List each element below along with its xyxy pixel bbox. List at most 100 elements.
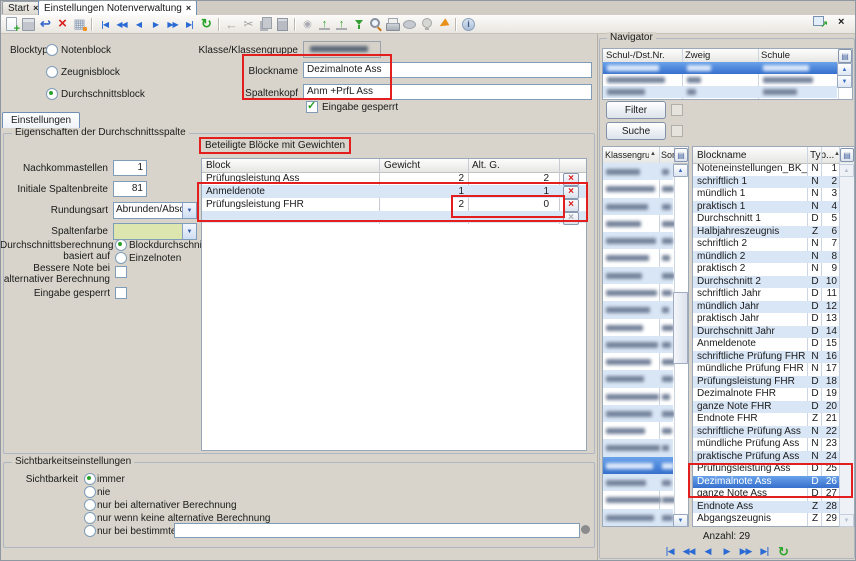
block-row[interactable]: schriftlich 2N7 <box>693 238 839 251</box>
radio-notenblock[interactable] <box>46 44 58 56</box>
cell-altg[interactable]: 1 <box>468 185 553 198</box>
radio-nur-wenn-keine[interactable] <box>84 512 96 524</box>
klassengruppe-row[interactable] <box>603 509 673 526</box>
column-config-icon[interactable] <box>838 49 852 63</box>
block-row[interactable]: schriftliche Prüfung FHRN16 <box>693 351 839 364</box>
first-icon[interactable] <box>663 544 676 560</box>
block-row[interactable]: mündlich 2N8 <box>693 251 839 264</box>
block-row[interactable]: ganze Note FHRD20 <box>693 401 839 414</box>
delete-row-icon[interactable]: × <box>563 186 579 199</box>
scroll-down-icon[interactable] <box>673 514 688 527</box>
weights-row[interactable]: Prüfungsleistung FHR 2 0 <box>202 198 586 211</box>
block-row[interactable]: schriftlich JahrD11 <box>693 288 839 301</box>
klassengruppe-row[interactable] <box>603 198 673 215</box>
cell-gewicht[interactable]: 2 <box>379 172 468 185</box>
block-row[interactable]: AbgangszeugnisZ29 <box>693 513 839 526</box>
fast-forward-icon[interactable] <box>739 544 752 560</box>
tab-einstellungen-notenverwaltung[interactable]: Einstellungen Notenverwaltung × <box>38 0 197 15</box>
school-row[interactable] <box>603 86 837 98</box>
last-icon[interactable] <box>758 544 771 560</box>
klassengruppe-row[interactable] <box>603 353 673 370</box>
forward-icon[interactable] <box>720 544 733 560</box>
delete-row-icon[interactable]: × <box>563 199 579 212</box>
filter-button[interactable]: Filter <box>606 101 666 119</box>
nachkommastellen-input[interactable]: 1 <box>113 160 147 176</box>
klassengruppe-row[interactable] <box>603 422 673 439</box>
block-row[interactable]: Durchschnitt 2D10 <box>693 276 839 289</box>
suche-checkbox[interactable] <box>671 125 683 137</box>
block-row[interactable]: mündlich JahrD12 <box>693 301 839 314</box>
klassengruppe-row[interactable] <box>603 319 673 336</box>
radio-einzelnoten[interactable] <box>115 252 127 264</box>
block-row[interactable]: Endnote FHRZ21 <box>693 413 839 426</box>
block-row[interactable]: Prüfungsleistung FHRD18 <box>693 376 839 389</box>
bessere-note-checkbox[interactable] <box>115 266 127 278</box>
chevron-down-icon[interactable] <box>182 203 196 218</box>
block-row[interactable]: HalbjahreszeugnisZ6 <box>693 226 839 239</box>
cell-altg[interactable]: 0 <box>468 198 553 211</box>
suche-button[interactable]: Suche <box>606 122 666 140</box>
block-row[interactable]: Dezimalnote FHRD19 <box>693 388 839 401</box>
block-row[interactable]: AnmeldenoteD15 <box>693 338 839 351</box>
block-row[interactable]: mündliche Prüfung AssN23 <box>693 438 839 451</box>
weights-row-empty[interactable] <box>202 211 586 223</box>
tab-close-icon[interactable]: × <box>186 4 191 13</box>
klassengruppe-row[interactable] <box>603 232 673 249</box>
block-row[interactable]: praktisch JahrD13 <box>693 313 839 326</box>
column-config-icon[interactable] <box>840 148 854 162</box>
radio-nie[interactable] <box>84 486 96 498</box>
chevron-down-icon[interactable] <box>182 224 196 239</box>
klassengruppe-row[interactable] <box>603 163 673 180</box>
klassengruppe-row[interactable] <box>603 284 673 301</box>
delete-row-icon[interactable]: × <box>563 173 579 186</box>
block-row[interactable]: schriftliche Prüfung AssN22 <box>693 426 839 439</box>
col-gewicht[interactable]: Gewicht <box>384 160 420 171</box>
klassengruppe-row[interactable] <box>603 180 673 197</box>
klassengruppe-row[interactable] <box>603 457 673 474</box>
radio-nur-bei-alternativer[interactable] <box>84 499 96 511</box>
block-row[interactable]: Prüfungsleistung AssD25 <box>693 463 839 476</box>
scroll-up-icon[interactable] <box>673 164 688 177</box>
block-row[interactable]: mündliche Prüfung FHRN17 <box>693 363 839 376</box>
block-row[interactable]: Endnote AssZ28 <box>693 501 839 514</box>
eingabe-gesperrt-checkbox[interactable] <box>306 101 318 113</box>
radio-durchschnittsblock[interactable] <box>46 88 58 100</box>
rundungsart-select[interactable]: Abrunden/Abschneiden <box>113 202 197 219</box>
cell-altg[interactable]: 2 <box>468 172 553 185</box>
klassengruppe-row[interactable] <box>603 370 673 387</box>
klassengruppe-row[interactable] <box>603 439 673 456</box>
radio-zeugnisblock[interactable] <box>46 66 58 78</box>
block-row[interactable]: praktisch 1N4 <box>693 201 839 214</box>
eingabe-gesperrt2-checkbox[interactable] <box>115 287 127 299</box>
weights-row[interactable]: Anmeldenote 1 1 <box>202 185 586 198</box>
spaltenbreite-input[interactable]: 81 <box>113 181 147 197</box>
klassengruppe-row[interactable] <box>603 405 673 422</box>
block-row[interactable]: schriftlich 1N2 <box>693 176 839 189</box>
fast-back-icon[interactable] <box>682 544 695 560</box>
klassengruppe-row[interactable] <box>603 491 673 508</box>
spaltenkopf-input[interactable]: Anm +PrfL Ass <box>303 84 592 100</box>
spaltenfarbe-select[interactable] <box>113 223 197 240</box>
faecher-input[interactable] <box>174 523 580 538</box>
klassengruppe-row[interactable] <box>603 474 673 491</box>
block-row[interactable]: Dezimalnote AssD26 <box>693 476 839 489</box>
klassengruppe-row[interactable] <box>603 388 673 405</box>
block-row[interactable]: Noteneinstellungen_BK_Pruef...N1 <box>693 163 839 176</box>
back-icon[interactable] <box>701 544 714 560</box>
block-row[interactable]: Durchschnitt 1D5 <box>693 213 839 226</box>
block-row[interactable]: Durchschnitt JahrD14 <box>693 326 839 339</box>
school-row[interactable] <box>603 62 837 74</box>
block-row[interactable]: ganze Note AssD27 <box>693 488 839 501</box>
refresh-icon[interactable] <box>777 544 790 560</box>
cell-gewicht[interactable]: 1 <box>379 185 468 198</box>
klassengruppe-row[interactable] <box>603 301 673 318</box>
block-row[interactable]: praktische Prüfung AssN24 <box>693 451 839 464</box>
block-row[interactable]: mündlich 1N3 <box>693 188 839 201</box>
klassengruppe-row[interactable] <box>603 336 673 353</box>
klassengruppe-row[interactable] <box>603 267 673 284</box>
radio-immer[interactable] <box>84 473 96 485</box>
scroll-down-icon[interactable] <box>837 75 852 88</box>
col-block[interactable]: Block <box>206 160 230 171</box>
cell-gewicht[interactable]: 2 <box>379 198 468 211</box>
klassengruppe-row[interactable] <box>603 215 673 232</box>
